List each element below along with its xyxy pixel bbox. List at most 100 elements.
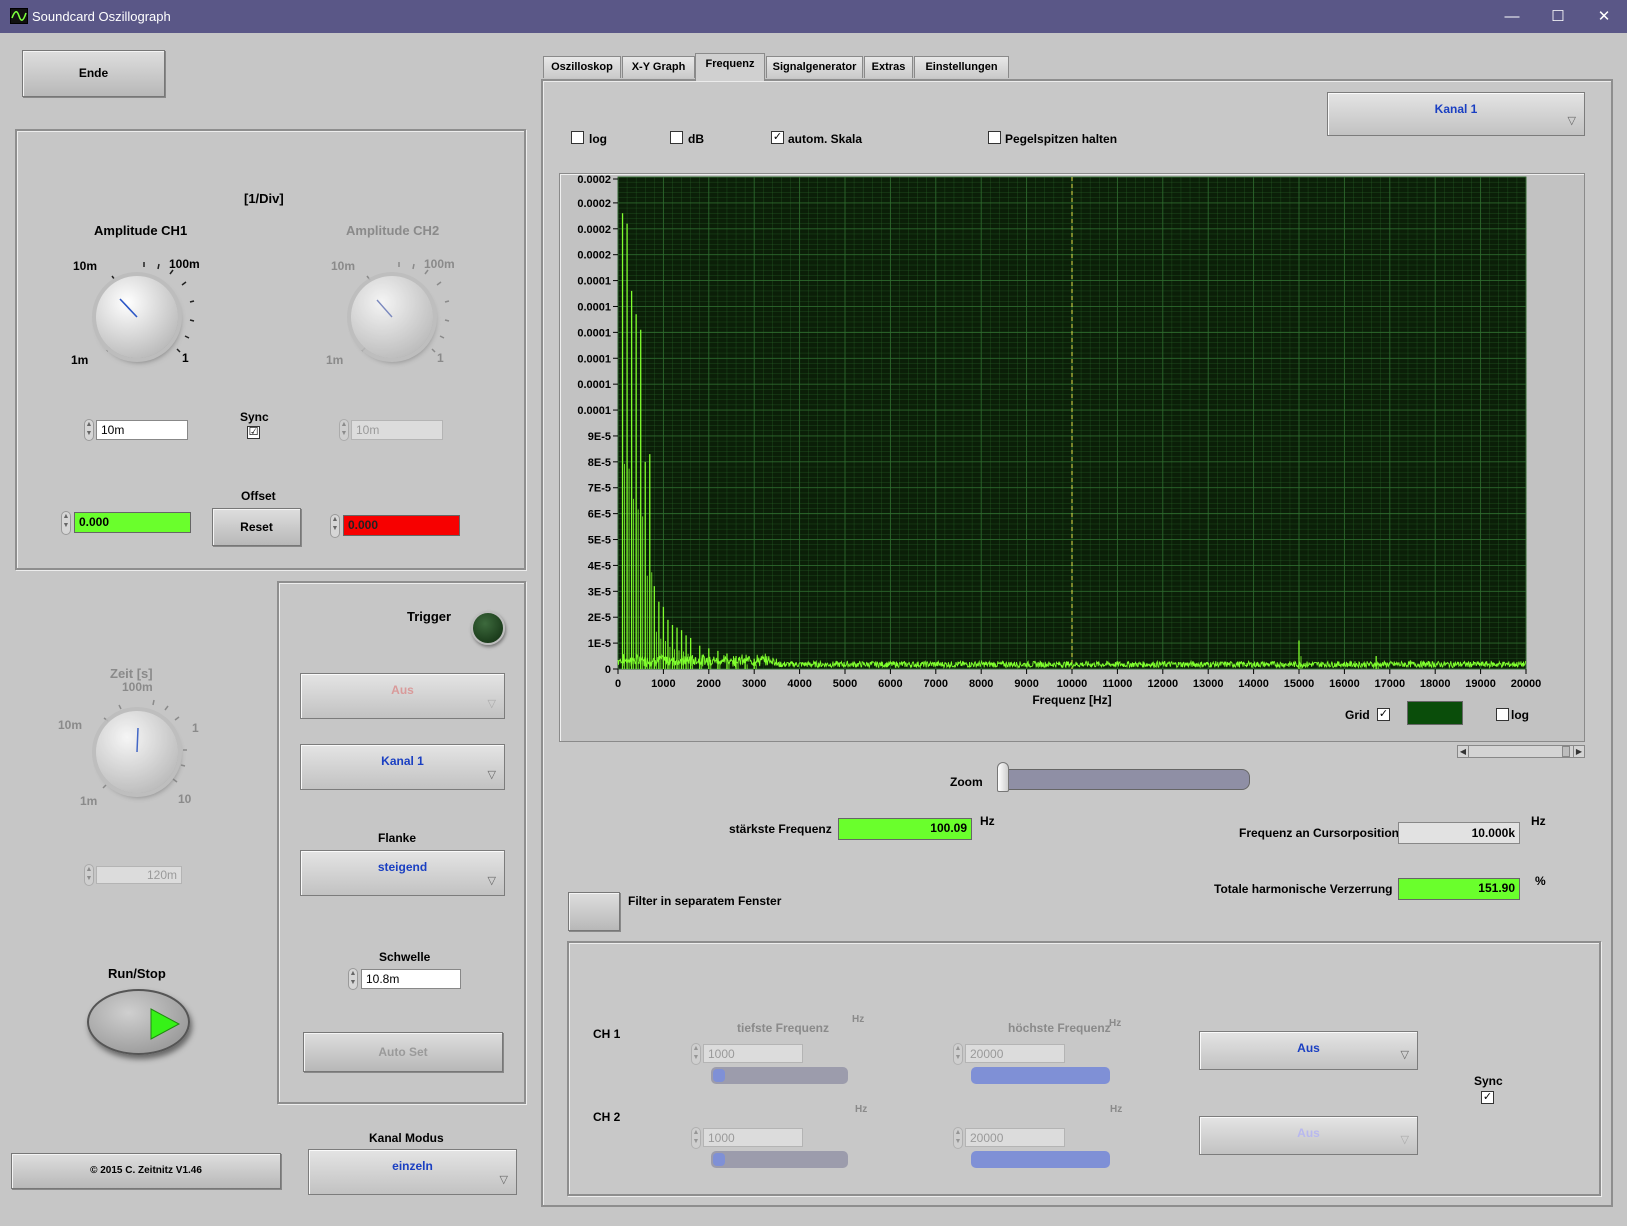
filter-ch1-low-slider[interactable] bbox=[711, 1067, 848, 1084]
x-tick-label: 0 bbox=[615, 678, 621, 690]
y-tick-label: 0.0001 bbox=[577, 301, 611, 313]
zeit-value-field[interactable]: 120m bbox=[96, 866, 182, 884]
grid-label: Grid bbox=[1345, 708, 1370, 722]
peakhold-checkbox[interactable] bbox=[988, 131, 1001, 144]
offset-ch1-spinner[interactable]: ▲ ▼ bbox=[61, 511, 71, 535]
x-tick-label: 10000 bbox=[1057, 678, 1088, 690]
log-checkbox[interactable] bbox=[571, 131, 584, 144]
filter-sync-label: Sync bbox=[1474, 1074, 1503, 1088]
minimize-button[interactable]: — bbox=[1489, 0, 1535, 33]
schwelle-spinner[interactable]: ▲ ▼ bbox=[348, 968, 358, 990]
filter-ch2-mode-dropdown[interactable]: Aus ▽ bbox=[1199, 1116, 1418, 1155]
autoset-button[interactable]: Auto Set bbox=[303, 1032, 503, 1072]
ende-button[interactable]: Ende bbox=[22, 50, 165, 97]
amp-ch1-spinner[interactable]: ▲ ▼ bbox=[84, 419, 94, 441]
filter-window-label: Filter in separatem Fenster bbox=[628, 894, 782, 908]
filter-ch2-low-spinner[interactable]: ▲ ▼ bbox=[691, 1127, 701, 1149]
filter-ch2-low-slider[interactable] bbox=[711, 1151, 848, 1168]
tab-xy-graph[interactable]: X-Y Graph bbox=[622, 56, 695, 78]
filter-ch2-high-spinner[interactable]: ▲ ▼ bbox=[953, 1127, 963, 1149]
y-tick-label: 4E-5 bbox=[588, 560, 611, 572]
filter-ch2-mode-value: Aus bbox=[1297, 1126, 1320, 1140]
filter-ch2-high-field[interactable]: 20000 bbox=[965, 1128, 1065, 1147]
y-tick-label: 2E-5 bbox=[588, 612, 611, 624]
db-checkbox[interactable] bbox=[670, 131, 683, 144]
amp-ch2-knob[interactable] bbox=[351, 276, 433, 358]
y-tick-label: 0.0001 bbox=[577, 353, 611, 365]
freq-channel-dropdown[interactable]: Kanal 1 ▽ bbox=[1327, 92, 1585, 136]
zeit-spinner[interactable]: ▲ ▼ bbox=[84, 864, 94, 886]
x-tick-label: 14000 bbox=[1238, 678, 1269, 690]
scroll-right-icon[interactable]: ▶ bbox=[1573, 746, 1584, 757]
runstop-button[interactable] bbox=[87, 989, 190, 1055]
div-unit-label: [1/Div] bbox=[244, 191, 284, 206]
amplitude-panel: [1/Div] Amplitude CH1 Amplitude CH2 10m … bbox=[15, 129, 526, 570]
tab-frequenz[interactable]: Frequenz bbox=[695, 53, 765, 81]
filter-ch1-high-spinner[interactable]: ▲ ▼ bbox=[953, 1043, 963, 1065]
filter-ch1-low-fill bbox=[713, 1069, 725, 1082]
x-tick-label: 18000 bbox=[1420, 678, 1451, 690]
trigger-mode-dropdown[interactable]: Aus ▽ bbox=[300, 673, 505, 719]
trigger-mode-value: Aus bbox=[391, 683, 414, 697]
copyright-button[interactable]: © 2015 C. Zeitnitz V1.46 bbox=[11, 1153, 281, 1189]
kanal-modus-dropdown[interactable]: einzeln ▽ bbox=[308, 1149, 517, 1195]
filter-ch2-low-field[interactable]: 1000 bbox=[703, 1128, 803, 1147]
filter-sync-checkbox[interactable]: ✓ bbox=[1481, 1091, 1494, 1104]
x-tick-label: 5000 bbox=[833, 678, 857, 690]
offset-ch1-field[interactable]: 0.000 bbox=[74, 512, 191, 533]
tab-einstellungen[interactable]: Einstellungen bbox=[914, 56, 1009, 78]
cursor-freq-unit: Hz bbox=[1531, 814, 1546, 828]
offset-ch2-field[interactable]: 0.000 bbox=[343, 515, 460, 536]
y-tick-label: 0.0002 bbox=[577, 198, 611, 210]
x-tick-label: 4000 bbox=[787, 678, 811, 690]
offset-ch2-spinner[interactable]: ▲ ▼ bbox=[330, 514, 340, 538]
trigger-channel-dropdown[interactable]: Kanal 1 ▽ bbox=[300, 744, 505, 790]
filter-ch2-high-slider[interactable] bbox=[971, 1151, 1110, 1168]
chevron-down-icon: ▽ bbox=[1400, 1049, 1409, 1061]
y-tick-label: 8E-5 bbox=[588, 457, 611, 469]
x-tick-label: 3000 bbox=[742, 678, 766, 690]
tab-signalgenerator[interactable]: Signalgenerator bbox=[766, 56, 863, 78]
filter-ch1-low-spinner[interactable]: ▲ ▼ bbox=[691, 1043, 701, 1065]
y-tick-label: 0.0002 bbox=[577, 250, 611, 262]
y-tick-label: 6E-5 bbox=[588, 509, 611, 521]
kanal-modus-label: Kanal Modus bbox=[369, 1131, 444, 1145]
tab-oszilloskop[interactable]: Oszilloskop bbox=[543, 56, 621, 78]
close-button[interactable]: ✕ bbox=[1581, 0, 1627, 33]
zoom-slider-thumb[interactable] bbox=[997, 762, 1009, 792]
spectrum-chart[interactable]: 0 1E-5 2E-5 3E-5 4E-5 5E-5 6E-5 7E-5 8E-5 9E-5 0.0… bbox=[559, 173, 1585, 742]
trigger-panel: Trigger Aus ▽ Kanal 1 ▽ Flanke steigend ▽ S… bbox=[277, 581, 526, 1104]
sync-checkbox[interactable]: ☑ bbox=[247, 426, 260, 439]
zeit-knob[interactable] bbox=[96, 711, 178, 793]
filter-ch1-mode-dropdown[interactable]: Aus ▽ bbox=[1199, 1031, 1418, 1070]
y-tick-label: 0.0001 bbox=[577, 405, 611, 417]
scroll-left-icon[interactable]: ◀ bbox=[1458, 746, 1469, 757]
offset-reset-button[interactable]: Reset bbox=[212, 508, 301, 546]
amp-ch2-spinner[interactable]: ▲ ▼ bbox=[339, 419, 349, 441]
autoscale-checkbox[interactable]: ✓ bbox=[771, 131, 784, 144]
amp-ch2-label: Amplitude CH2 bbox=[346, 223, 440, 238]
amp-ch1-knob[interactable] bbox=[96, 276, 178, 358]
filter-ch1-low-field[interactable]: 1000 bbox=[703, 1044, 803, 1063]
kanal-modus-value: einzeln bbox=[392, 1159, 433, 1173]
schwelle-value-field[interactable]: 10.8m bbox=[361, 969, 461, 989]
grid-checkbox[interactable]: ✓ bbox=[1377, 708, 1390, 721]
trigger-label: Trigger bbox=[407, 609, 452, 624]
log2-checkbox[interactable] bbox=[1496, 708, 1509, 721]
chevron-down-icon: ▽ bbox=[1400, 1134, 1409, 1146]
grid-color-swatch[interactable] bbox=[1407, 701, 1463, 725]
amp-ch1-value-field[interactable]: 10m bbox=[96, 420, 188, 440]
maximize-button[interactable]: ☐ bbox=[1535, 0, 1581, 33]
x-tick-label: 15000 bbox=[1284, 678, 1315, 690]
zoom-slider[interactable] bbox=[1000, 769, 1250, 790]
y-tick-label: 0.0001 bbox=[577, 327, 611, 339]
filter-window-button[interactable] bbox=[568, 892, 620, 931]
filter-ch1-low-unit: Hz bbox=[852, 1014, 865, 1025]
tab-extras[interactable]: Extras bbox=[864, 56, 913, 78]
flanke-dropdown[interactable]: steigend ▽ bbox=[300, 850, 505, 896]
graph-scrollbar[interactable]: ◀ ▶ bbox=[1457, 745, 1585, 758]
filter-ch1-high-field[interactable]: 20000 bbox=[965, 1044, 1065, 1063]
amp-ch2-value-field[interactable]: 10m bbox=[351, 420, 443, 440]
filter-ch1-high-slider[interactable] bbox=[971, 1067, 1110, 1084]
scroll-thumb[interactable] bbox=[1562, 746, 1570, 757]
